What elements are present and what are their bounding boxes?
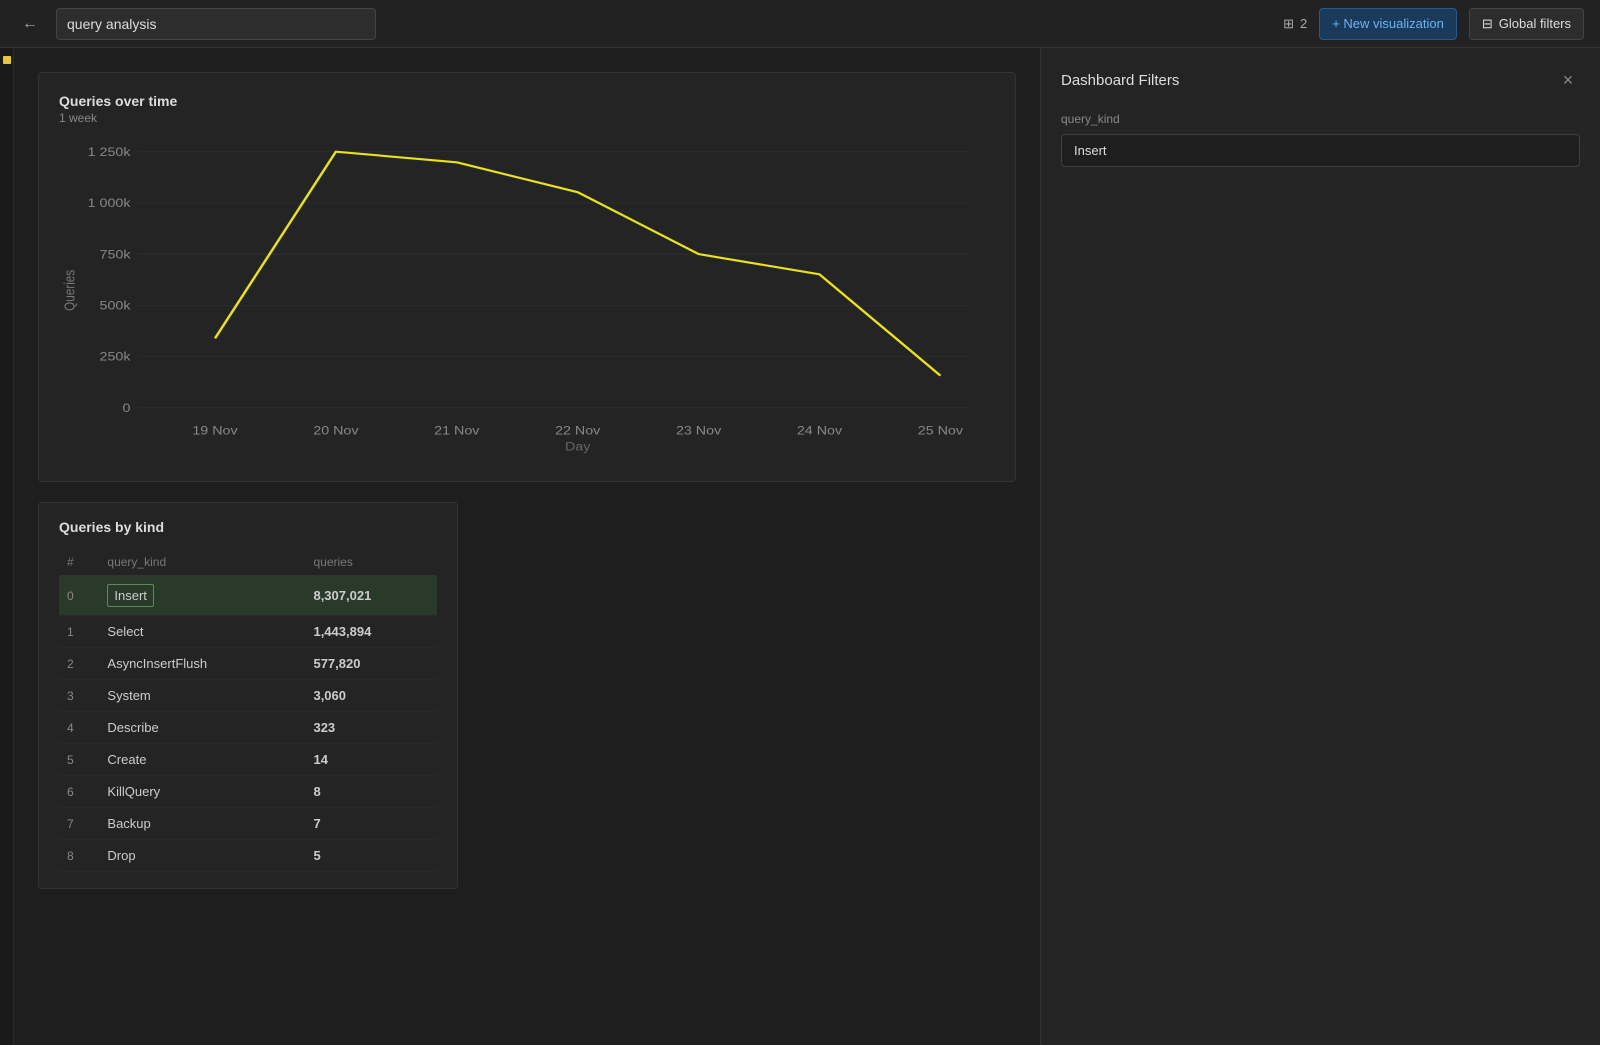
back-button[interactable]: ← xyxy=(16,10,44,38)
row-kind: Create xyxy=(99,744,305,776)
svg-text:0: 0 xyxy=(123,401,131,414)
row-queries: 577,820 xyxy=(305,648,437,680)
table-row[interactable]: 1Select1,443,894 xyxy=(59,616,437,648)
chart-container: 1 250k 1 000k 750k 500k 250k 0 Queries 1… xyxy=(59,141,995,461)
dashboard-title-input[interactable] xyxy=(56,8,376,40)
row-kind: AsyncInsertFlush xyxy=(99,648,305,680)
col-header-queries: queries xyxy=(305,549,437,576)
chart-subtitle: 1 week xyxy=(59,111,995,125)
svg-text:25 Nov: 25 Nov xyxy=(918,424,964,437)
row-queries: 1,443,894 xyxy=(305,616,437,648)
svg-text:1 000k: 1 000k xyxy=(88,196,131,209)
global-filters-button[interactable]: ⊟ Global filters xyxy=(1469,8,1584,40)
svg-text:20 Nov: 20 Nov xyxy=(313,424,359,437)
table-row[interactable]: 6KillQuery8 xyxy=(59,776,437,808)
row-index: 3 xyxy=(59,680,99,712)
chart-line xyxy=(215,152,940,376)
filters-panel-title: Dashboard Filters xyxy=(1061,72,1179,89)
table-row[interactable]: 5Create14 xyxy=(59,744,437,776)
global-filters-label: Global filters xyxy=(1499,16,1571,31)
table-row[interactable]: 7Backup7 xyxy=(59,808,437,840)
svg-text:1 250k: 1 250k xyxy=(88,145,131,158)
topbar: ← ⊞ 2 + New visualization ⊟ Global filte… xyxy=(0,0,1600,48)
row-kind: Backup xyxy=(99,808,305,840)
svg-text:500k: 500k xyxy=(100,299,131,312)
content-area: Queries over time 1 week 1 250k 1 000k 7… xyxy=(14,48,1040,1045)
svg-text:250k: 250k xyxy=(100,350,131,363)
chart-section: Queries over time 1 week 1 250k 1 000k 7… xyxy=(38,72,1016,482)
filters-panel-header: Dashboard Filters × xyxy=(1061,68,1580,92)
table-row[interactable]: 8Drop5 xyxy=(59,840,437,872)
filter-value[interactable]: Insert xyxy=(1061,134,1580,167)
col-header-kind: query_kind xyxy=(99,549,305,576)
row-index: 0 xyxy=(59,576,99,616)
filter-field-label: query_kind xyxy=(1061,112,1580,126)
row-kind: KillQuery xyxy=(99,776,305,808)
row-index: 2 xyxy=(59,648,99,680)
chart-title: Queries over time xyxy=(59,93,995,109)
row-queries: 5 xyxy=(305,840,437,872)
svg-text:23 Nov: 23 Nov xyxy=(676,424,722,437)
table-title: Queries by kind xyxy=(59,519,437,535)
svg-text:21 Nov: 21 Nov xyxy=(434,424,480,437)
table-row[interactable]: 2AsyncInsertFlush577,820 xyxy=(59,648,437,680)
back-icon: ← xyxy=(22,15,38,33)
new-viz-label: + New visualization xyxy=(1332,16,1444,31)
filters-panel: Dashboard Filters × query_kind Insert xyxy=(1040,48,1600,1045)
row-index: 1 xyxy=(59,616,99,648)
row-kind: Insert xyxy=(99,576,305,616)
queries-table: # query_kind queries 0Insert8,307,0211Se… xyxy=(59,549,437,872)
table-row[interactable]: 4Describe323 xyxy=(59,712,437,744)
svg-text:Day: Day xyxy=(565,440,591,453)
filter-icon: ⊟ xyxy=(1482,16,1493,32)
left-strip xyxy=(0,48,14,1045)
row-queries: 8 xyxy=(305,776,437,808)
line-chart-svg: 1 250k 1 000k 750k 500k 250k 0 Queries 1… xyxy=(59,141,995,461)
viz-count: ⊞ 2 xyxy=(1283,16,1307,32)
table-row[interactable]: 0Insert8,307,021 xyxy=(59,576,437,616)
row-kind: Select xyxy=(99,616,305,648)
row-queries: 7 xyxy=(305,808,437,840)
svg-text:19 Nov: 19 Nov xyxy=(192,424,238,437)
new-visualization-button[interactable]: + New visualization xyxy=(1319,8,1457,40)
table-section: Queries by kind # query_kind queries 0In… xyxy=(38,502,458,889)
row-index: 4 xyxy=(59,712,99,744)
row-queries: 14 xyxy=(305,744,437,776)
svg-text:Queries: Queries xyxy=(61,269,77,310)
topbar-right: ⊞ 2 + New visualization ⊟ Global filters xyxy=(1283,8,1584,40)
col-header-num: # xyxy=(59,549,99,576)
row-kind: System xyxy=(99,680,305,712)
filters-close-button[interactable]: × xyxy=(1556,68,1580,92)
main-layout: Queries over time 1 week 1 250k 1 000k 7… xyxy=(0,48,1600,1045)
table-row[interactable]: 3System3,060 xyxy=(59,680,437,712)
row-index: 7 xyxy=(59,808,99,840)
row-kind: Drop xyxy=(99,840,305,872)
svg-text:24 Nov: 24 Nov xyxy=(797,424,843,437)
row-kind: Describe xyxy=(99,712,305,744)
row-index: 6 xyxy=(59,776,99,808)
row-queries: 8,307,021 xyxy=(305,576,437,616)
left-strip-indicator xyxy=(3,56,11,64)
viz-count-value: 2 xyxy=(1300,16,1307,31)
row-queries: 3,060 xyxy=(305,680,437,712)
row-queries: 323 xyxy=(305,712,437,744)
row-index: 8 xyxy=(59,840,99,872)
svg-text:22 Nov: 22 Nov xyxy=(555,424,601,437)
viz-count-icon: ⊞ xyxy=(1283,16,1294,32)
row-index: 5 xyxy=(59,744,99,776)
svg-text:750k: 750k xyxy=(100,248,131,261)
